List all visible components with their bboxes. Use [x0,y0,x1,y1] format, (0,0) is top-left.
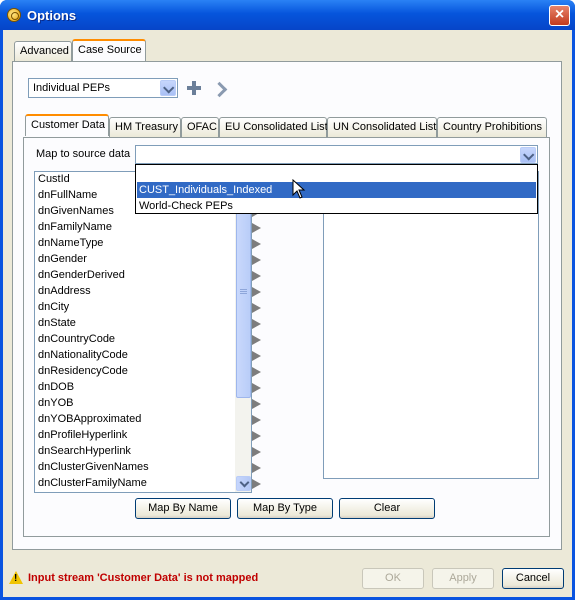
field-item[interactable]: dnGender [38,253,87,269]
field-item[interactable]: dnGivenNames [38,205,114,221]
map-to-source-dropdown[interactable]: CUST_Individuals_Indexed World-Check PEP… [135,164,538,214]
field-item[interactable]: dnNationalityCode [38,349,128,365]
field-item[interactable]: dnNameType [38,237,103,253]
customer-fields-list[interactable]: CustId dnFullName dnGivenNames dnFamilyName… [34,171,252,493]
map-arrow-icon[interactable] [252,271,261,281]
close-icon: × [554,6,565,23]
tab-customer-data[interactable]: Customer Data [25,114,109,136]
map-arrow-icon[interactable] [252,367,261,377]
dropdown-option-world-check-peps[interactable]: World-Check PEPs [137,198,536,214]
source-select[interactable]: Individual PEPs [28,78,178,98]
mapping-arrows [252,171,266,493]
customer-data-panel: Map to source data CustId dnFullName dnGiv… [23,137,550,537]
tab-un-consolidated-list[interactable]: UN Consolidated List [327,117,437,137]
map-arrow-icon[interactable] [252,447,261,457]
source-select-value: Individual PEPs [33,82,111,94]
tab-country-prohibitions[interactable]: Country Prohibitions [437,117,547,137]
map-arrow-icon[interactable] [252,335,261,345]
map-arrow-icon[interactable] [252,239,261,249]
tab-label: Country Prohibitions [443,121,543,133]
map-arrow-icon[interactable] [252,479,261,489]
source-fields-list[interactable] [323,171,539,479]
map-arrow-icon[interactable] [252,223,261,233]
tab-label: UN Consolidated List [333,121,437,133]
dialog-body: Advanced Case Source Individual PEPs Cus… [3,30,572,597]
tab-label: Customer Data [31,119,105,131]
scroll-down-button[interactable] [236,476,251,491]
field-item[interactable]: dnGenderDerived [38,269,125,285]
map-by-type-button[interactable]: Map By Type [237,498,333,519]
options-window: Options × Advanced Case Source Individua… [0,0,575,600]
map-arrow-icon[interactable] [252,415,261,425]
field-item[interactable]: dnState [38,317,76,333]
map-arrow-icon[interactable] [252,399,261,409]
field-item[interactable]: dnClusterFamilyName [38,477,147,492]
field-item[interactable]: dnYOBApproximated [38,413,141,429]
map-by-name-button[interactable]: Map By Name [135,498,231,519]
chevron-down-icon[interactable] [520,147,536,163]
tab-label: Advanced [20,45,69,57]
scroll-thumb[interactable] [236,188,251,398]
fields-scrollbar[interactable] [235,172,251,492]
add-icon[interactable] [186,80,202,96]
field-item[interactable]: dnCountryCode [38,333,115,349]
map-to-source-select[interactable] [135,145,538,164]
tab-label: EU Consolidated List [225,121,328,133]
map-arrow-icon[interactable] [252,287,261,297]
tab-case-source[interactable]: Case Source [72,39,146,61]
close-button[interactable]: × [549,5,570,26]
apply-button[interactable]: Apply [432,568,494,589]
case-source-panel: Individual PEPs Customer Data HM Treasur… [12,61,562,550]
field-item[interactable]: dnSearchHyperlink [38,445,131,461]
map-arrow-icon[interactable] [252,431,261,441]
cancel-button[interactable]: Cancel [502,568,564,589]
map-arrow-icon[interactable] [252,351,261,361]
field-item[interactable]: dnFamilyName [38,221,112,237]
dropdown-option-cust-individuals-indexed[interactable]: CUST_Individuals_Indexed [137,182,536,198]
field-item[interactable]: dnProfileHyperlink [38,429,127,445]
tab-ofac[interactable]: OFAC [181,117,219,137]
field-item[interactable]: dnCity [38,301,69,317]
map-arrow-icon[interactable] [252,319,261,329]
status-message: Input stream 'Customer Data' is not mapp… [28,572,259,584]
map-arrow-icon[interactable] [252,463,261,473]
tab-eu-consolidated-list[interactable]: EU Consolidated List [219,117,328,137]
tab-label: Case Source [78,44,142,56]
dropdown-option-empty[interactable] [137,166,536,182]
map-to-source-label: Map to source data [36,148,131,160]
chevron-right-icon[interactable] [214,81,226,97]
field-item[interactable]: dnDOB [38,381,74,397]
clear-button[interactable]: Clear [339,498,435,519]
field-item[interactable]: dnYOB [38,397,73,413]
ok-button[interactable]: OK [362,568,424,589]
tab-advanced[interactable]: Advanced [14,41,72,61]
map-arrow-icon[interactable] [252,255,261,265]
map-arrow-icon[interactable] [252,303,261,313]
chevron-down-icon[interactable] [160,80,176,96]
tab-hm-treasury[interactable]: HM Treasury [109,117,181,137]
title-bar[interactable]: Options × [0,0,575,30]
window-title: Options [27,8,77,23]
field-item[interactable]: dnFullName [38,189,97,205]
field-item[interactable]: dnClusterGivenNames [38,461,149,477]
field-item[interactable]: dnResidencyCode [38,365,128,381]
tab-label: HM Treasury [115,121,178,133]
mouse-cursor-icon [292,179,306,199]
map-arrow-icon[interactable] [252,383,261,393]
field-item[interactable]: dnAddress [38,285,91,301]
app-icon [7,8,21,22]
field-item[interactable]: CustId [38,173,70,189]
tab-label: OFAC [187,121,217,133]
warning-icon [9,571,23,584]
